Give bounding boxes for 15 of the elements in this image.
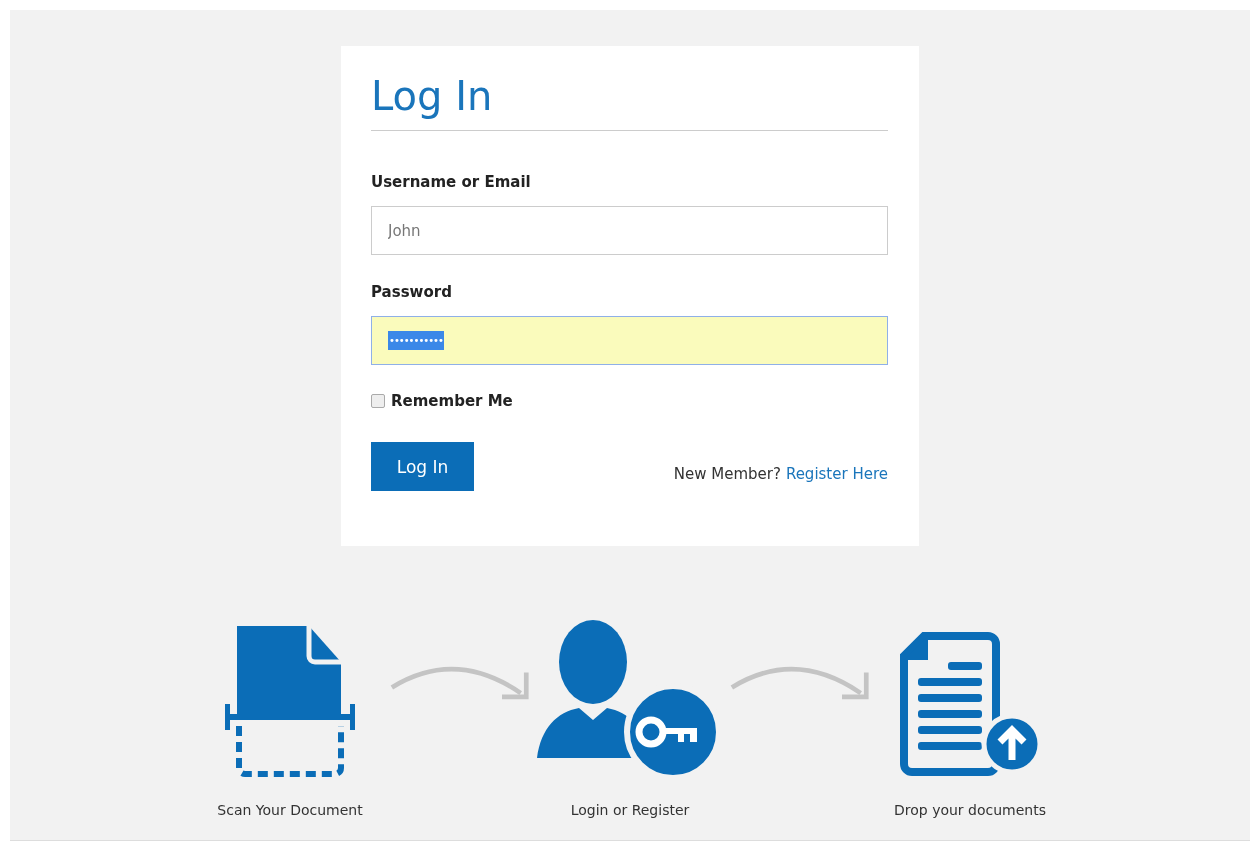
step-label: Drop your documents xyxy=(894,802,1046,818)
document-scan-icon xyxy=(225,626,355,778)
checkbox-label: Remember Me xyxy=(391,392,513,410)
step-label: Login or Register xyxy=(570,802,690,818)
login-title: Log In xyxy=(371,74,888,131)
step-label: Scan Your Document xyxy=(217,802,363,818)
remember-checkbox[interactable] xyxy=(371,394,385,408)
password-field[interactable]: ••••••••••• xyxy=(371,316,888,365)
document-upload-icon xyxy=(900,632,1040,778)
register-prompt: New Member? xyxy=(673,465,781,483)
username-field[interactable]: John xyxy=(371,206,888,255)
login-button[interactable]: Log In xyxy=(371,442,474,491)
field-label: Username or Email xyxy=(371,173,532,191)
field-label: Password xyxy=(371,283,453,301)
register-link[interactable]: Register Here xyxy=(785,465,888,483)
